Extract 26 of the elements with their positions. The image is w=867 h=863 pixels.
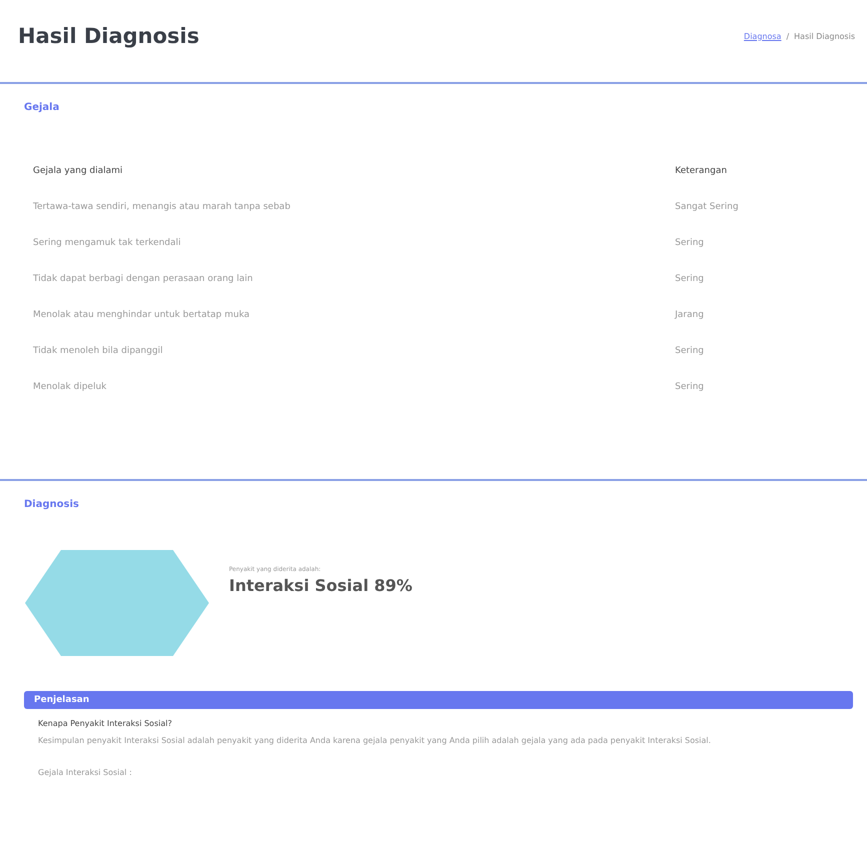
explanation-text: Kesimpulan penyakit Interaksi Sosial adalah penyakit yang diderita Anda karena gejala penyakit yang Anda pilih adalah gejala yang ada pada penyakit Interaksi Sosial.: [38, 735, 712, 747]
explanation-question: Kenapa Penyakit Interaksi Sosial?: [38, 719, 173, 728]
table-cell-text: Menolak dipeluk: [32, 381, 108, 394]
card-title: Diagnosis: [23, 499, 80, 510]
column-header: Gejala yang dialami: [32, 165, 124, 178]
breadcrumb-current: Hasil Diagnosis: [794, 32, 855, 40]
symptom-list-title: Gejala Interaksi Sosial :: [38, 767, 133, 779]
table-cell-text: Sering mengamuk tak terkendali: [32, 237, 182, 250]
table-cell-text: Tertawa-tawa sendiri, menangis atau marah tanpa sebab: [32, 201, 292, 214]
result-text: Interaksi Sosial 89%: [229, 576, 412, 595]
explanation-header: Penjelasan: [24, 691, 853, 709]
table-cell-text: Jarang: [674, 309, 705, 322]
hexagon-icon: [25, 550, 209, 656]
table-cell-text: Sering: [674, 381, 705, 394]
card-title: Gejala: [23, 102, 60, 113]
table-cell-text: Sering: [674, 237, 705, 250]
table-cell-text: Tidak dapat berbagi dengan perasaan orang lain: [32, 273, 254, 286]
column-header: Keterangan: [674, 165, 728, 178]
table-cell-text: Sering: [674, 273, 705, 286]
breadcrumb-separator: /: [786, 32, 790, 40]
table-cell-text: Sering: [674, 345, 705, 358]
page-title: Hasil Diagnosis: [18, 24, 200, 48]
breadcrumb-link[interactable]: Diagnosa: [744, 32, 782, 40]
table-cell-text: Menolak atau menghindar untuk bertatap muka: [32, 309, 251, 322]
table-cell-text: Tidak menoleh bila dipanggil: [32, 345, 164, 358]
table-cell-text: Sangat Sering: [674, 201, 740, 214]
